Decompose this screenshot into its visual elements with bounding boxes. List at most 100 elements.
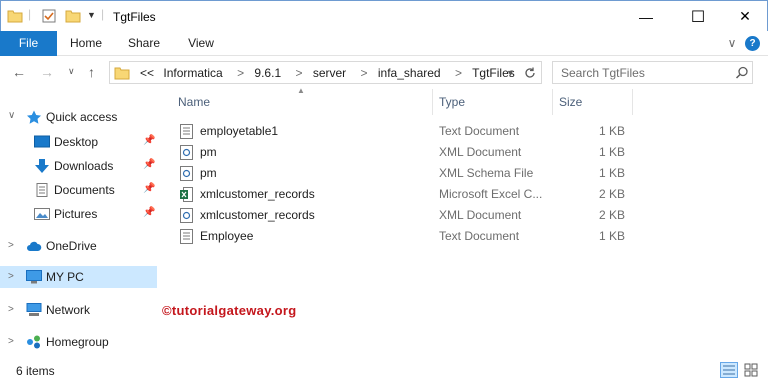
- breadcrumb-item[interactable]: 9.6.1: [254, 66, 281, 80]
- chevron-right-icon[interactable]: >: [8, 336, 14, 347]
- address-bar[interactable]: << Informatica > 9.6.1 > server > infa_s…: [109, 61, 542, 84]
- chevron-down-icon[interactable]: ∨: [8, 110, 15, 121]
- column-divider[interactable]: [432, 89, 433, 115]
- column-header-size[interactable]: Size: [559, 95, 582, 109]
- text-file-icon: [180, 124, 193, 139]
- properties-icon[interactable]: [41, 9, 57, 23]
- sidebar-item-onedrive[interactable]: > OneDrive: [0, 235, 157, 257]
- file-name: pm: [200, 166, 217, 180]
- breadcrumb-item[interactable]: Informatica: [163, 66, 222, 80]
- table-row[interactable]: pm XML Document 1 KB: [174, 142, 644, 163]
- table-row[interactable]: Employee Text Document 1 KB: [174, 226, 644, 247]
- chevron-right-icon[interactable]: >: [8, 304, 14, 315]
- search-input[interactable]: Search TgtFiles: [561, 66, 645, 80]
- maximize-button[interactable]: ☐: [675, 1, 721, 32]
- pin-icon[interactable]: 📌: [143, 183, 155, 194]
- up-button[interactable]: ↑: [88, 64, 95, 80]
- minimize-button[interactable]: —: [623, 1, 669, 32]
- sidebar-item-label: Documents: [54, 183, 115, 197]
- sidebar-item-my-pc[interactable]: > MY PC: [0, 266, 157, 288]
- search-box[interactable]: Search TgtFiles: [552, 61, 753, 84]
- forward-button[interactable]: →: [40, 64, 54, 80]
- file-type: XML Schema File: [439, 166, 534, 180]
- xml-file-icon: [180, 166, 193, 181]
- column-divider[interactable]: [632, 89, 633, 115]
- sidebar-item-label: Downloads: [54, 159, 114, 173]
- help-icon[interactable]: ?: [745, 36, 760, 51]
- table-row[interactable]: xmlcustomer_records Microsoft Excel C...…: [174, 184, 644, 205]
- item-count: 6 items: [16, 364, 55, 378]
- navigation-pane: ∨ Quick access Desktop 📌 Downloads 📌 Doc…: [0, 92, 158, 359]
- chevron-right-icon[interactable]: >: [361, 66, 368, 80]
- file-name: xmlcustomer_records: [200, 208, 315, 222]
- breadcrumb-item[interactable]: server: [313, 66, 346, 80]
- column-header-type[interactable]: Type: [439, 95, 465, 109]
- new-folder-icon[interactable]: [65, 9, 81, 23]
- documents-icon: [36, 183, 48, 197]
- tab-home[interactable]: Home: [62, 31, 110, 56]
- sidebar-item-pictures[interactable]: Pictures 📌: [0, 203, 157, 225]
- chevron-right-icon[interactable]: >: [455, 66, 462, 80]
- pin-icon[interactable]: 📌: [143, 159, 155, 170]
- address-dropdown-icon[interactable]: ▼: [506, 68, 515, 78]
- file-name: pm: [200, 145, 217, 159]
- file-type: XML Document: [439, 208, 522, 222]
- sidebar-item-quick-access[interactable]: ∨ Quick access: [0, 106, 157, 128]
- file-list: ▲ Name Type Size employetable1 Text Docu…: [162, 86, 768, 359]
- sidebar-item-homegroup[interactable]: > Homegroup: [0, 331, 157, 353]
- sidebar-item-documents[interactable]: Documents 📌: [0, 179, 157, 201]
- file-size: 1 KB: [598, 145, 625, 159]
- pin-icon[interactable]: 📌: [143, 207, 155, 218]
- star-icon: [27, 110, 41, 124]
- breadcrumb-overflow[interactable]: <<: [140, 66, 154, 80]
- column-divider[interactable]: [552, 89, 553, 115]
- chevron-right-icon[interactable]: >: [8, 240, 14, 251]
- chevron-right-icon[interactable]: >: [8, 271, 14, 282]
- table-row[interactable]: xmlcustomer_records XML Document 2 KB: [174, 205, 644, 226]
- sidebar-item-label: Network: [46, 303, 91, 317]
- refresh-icon[interactable]: [523, 66, 537, 80]
- sidebar-item-desktop[interactable]: Desktop 📌: [0, 131, 157, 153]
- text-file-icon: [180, 229, 193, 244]
- qat-divider: |: [28, 7, 32, 21]
- ribbon-tabs: File Home Share View ∨ ?: [0, 31, 768, 56]
- sidebar-item-label: Pictures: [54, 207, 98, 221]
- breadcrumb-item[interactable]: infa_shared: [378, 66, 441, 80]
- qat-customize-icon[interactable]: ▼: [87, 10, 96, 20]
- file-size: 2 KB: [598, 208, 625, 222]
- sidebar-item-label: OneDrive: [46, 239, 97, 253]
- chevron-right-icon[interactable]: >: [295, 66, 302, 80]
- column-header-name[interactable]: Name: [178, 95, 210, 109]
- file-type: Microsoft Excel C...: [439, 187, 543, 201]
- folder-icon: [114, 67, 130, 80]
- tab-view[interactable]: View: [177, 31, 225, 56]
- table-row[interactable]: employetable1 Text Document 1 KB: [174, 121, 644, 142]
- recent-locations-button[interactable]: ∨: [68, 66, 75, 77]
- sidebar-item-downloads[interactable]: Downloads 📌: [0, 155, 157, 177]
- file-size: 1 KB: [598, 229, 625, 243]
- status-bar: 6 items: [0, 359, 768, 383]
- large-icons-view-icon[interactable]: [742, 362, 760, 378]
- tab-share[interactable]: Share: [120, 31, 168, 56]
- watermark: ©tutorialgateway.org: [162, 303, 297, 318]
- pin-icon[interactable]: 📌: [143, 135, 155, 146]
- tab-file[interactable]: File: [0, 31, 57, 56]
- file-type: XML Document: [439, 145, 522, 159]
- details-view-icon[interactable]: [720, 362, 738, 378]
- ribbon-expand-icon[interactable]: ∨: [724, 31, 740, 56]
- sidebar-item-label: Homegroup: [46, 335, 109, 349]
- file-name: employetable1: [200, 124, 279, 138]
- file-type: Text Document: [439, 124, 520, 138]
- computer-icon: [26, 270, 42, 284]
- table-row[interactable]: pm XML Schema File 1 KB: [174, 163, 644, 184]
- search-icon[interactable]: [735, 66, 749, 80]
- sidebar-item-label: Quick access: [46, 110, 118, 124]
- sidebar-item-network[interactable]: > Network: [0, 299, 157, 321]
- file-name: Employee: [200, 229, 254, 243]
- xml-file-icon: [180, 145, 193, 160]
- back-button[interactable]: ←: [12, 64, 26, 80]
- excel-file-icon: [180, 187, 193, 202]
- chevron-right-icon[interactable]: >: [237, 66, 244, 80]
- download-icon: [35, 159, 49, 173]
- close-button[interactable]: ✕: [722, 1, 768, 32]
